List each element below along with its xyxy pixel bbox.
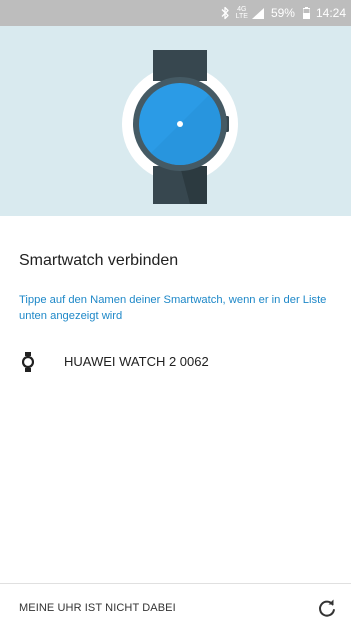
- signal-icon: [251, 7, 265, 20]
- network-type-bottom: LTE: [235, 13, 248, 20]
- footer-bar: MEINE UHR IST NICHT DABEI: [0, 584, 351, 630]
- instruction-text: Tippe auf den Namen deiner Smartwatch, w…: [19, 294, 327, 322]
- refresh-icon[interactable]: [315, 596, 339, 620]
- device-list-item[interactable]: HUAWEI WATCH 2 0062: [0, 344, 351, 380]
- hero-banner: [0, 26, 351, 216]
- battery-icon: [301, 7, 310, 19]
- watch-icon: [22, 352, 34, 372]
- smartwatch-icon: [122, 50, 238, 204]
- status-time: 14:24: [315, 6, 346, 20]
- battery-percent: 59%: [270, 6, 295, 20]
- page-title: Smartwatch verbinden: [19, 252, 179, 269]
- network-type: 4G LTE: [236, 6, 248, 20]
- status-bar: 4G LTE 59% 14:24: [0, 0, 351, 26]
- pairing-screen: 4G LTE 59% 14:24 Smartwatch verbinden Ti…: [0, 0, 351, 630]
- network-type-top: 4G: [237, 6, 247, 13]
- watch-not-listed-button[interactable]: MEINE UHR IST NICHT DABEI: [19, 602, 176, 614]
- bluetooth-icon: [220, 6, 230, 20]
- device-name: HUAWEI WATCH 2 0062: [64, 354, 209, 369]
